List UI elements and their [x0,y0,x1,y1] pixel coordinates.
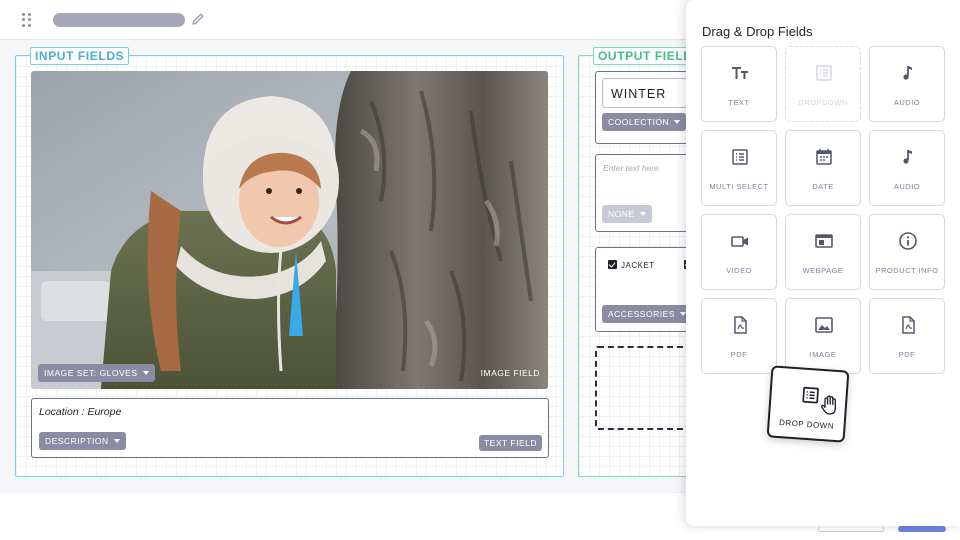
drawer-title: Drag & Drop Fields [702,24,813,39]
grab-hand-icon [821,395,836,415]
field-tile-audio[interactable]: AUDIO [869,46,945,122]
dragging-tile-label: DROP DOWN [778,418,835,431]
browser-window-icon [815,234,833,248]
music-note-icon [903,66,912,80]
tile-label: PDF [730,350,748,359]
image-field[interactable]: IMAGE SET: GLOVES IMAGE FIELD [31,71,548,389]
video-camera-icon [731,236,748,247]
field-tile-video[interactable]: VIDEO [701,214,777,290]
text-field-type-tag: TEXT FIELD [478,435,542,451]
tile-label: WEBPAGE [802,266,844,275]
music-note-icon [903,150,912,164]
none-chip-label: NONE [608,209,635,219]
image-icon [815,317,833,333]
field-tile-multi-select[interactable]: MULTI SELECT [701,130,777,206]
field-tile-image[interactable]: IMAGE [785,298,861,374]
image-set-dropdown[interactable]: IMAGE SET: GLOVES [38,364,155,382]
jacket-label: JACKET [621,261,655,270]
text-placeholder: Enter text here [603,163,659,173]
pdf-file-icon [902,316,915,334]
tile-label: MULTI SELECT [709,182,769,191]
accessories-chip-label: ACCESSORIES [608,309,675,319]
image-field-type-tag: IMAGE FIELD [480,368,540,378]
input-fields-label: INPUT FIELDS [30,47,130,65]
field-tile-dropdown[interactable]: DROPDOWN [785,46,861,122]
field-tile-text[interactable]: TEXT [701,46,777,122]
description-label: DESCRIPTION [45,436,109,446]
input-fields-panel: INPUT FIELDS IMAGE SET: GLOVES IMAGE FIE… [15,47,564,477]
text-field-value: Location : Europe [39,406,122,418]
template-name-field[interactable] [53,13,185,27]
secondary-button[interactable] [818,526,884,532]
info-icon [899,232,917,250]
checkbox-checked-icon [608,260,617,269]
tile-label: VIDEO [726,266,752,275]
location-text-field[interactable]: Location : Europe DESCRIPTION TEXT FIELD [31,398,549,458]
tile-label: AUDIO [893,182,921,191]
tile-label: PDF [898,350,916,359]
chevron-down-icon [679,312,686,316]
none-dropdown[interactable]: NONE [602,205,652,223]
description-dropdown[interactable]: DESCRIPTION [39,432,126,450]
field-tile-audio-2[interactable]: AUDIO [869,130,945,206]
calendar-icon [816,149,832,165]
child-photo [31,71,548,389]
field-tile-webpage[interactable]: WEBPAGE [785,214,861,290]
list-icon [816,65,832,81]
field-tile-pdf[interactable]: PDF [701,298,777,374]
list-icon [732,149,748,165]
collection-chip-label: COOLECTION [608,117,670,127]
drag-handle-icon[interactable] [22,13,32,27]
tile-label: DATE [812,182,834,191]
tile-label: AUDIO [893,98,921,107]
jacket-checkbox[interactable]: JACKET [608,260,655,270]
pdf-file-icon [734,316,747,334]
image-set-label: IMAGE SET: GLOVES [44,368,138,378]
tile-label: TEXT [728,98,750,107]
field-tile-date[interactable]: DATE [785,130,861,206]
tile-label: IMAGE [809,350,837,359]
text-icon [732,67,748,79]
field-tile-pdf-2[interactable]: PDF [869,298,945,374]
chevron-down-icon [639,212,646,216]
chevron-down-icon [113,439,120,443]
tile-label: PRODUCT INFO [875,266,939,275]
field-tile-product-info[interactable]: PRODUCT INFO [869,214,945,290]
output-fields-label: OUTPUT FIELD [593,47,698,65]
accessories-dropdown[interactable]: ACCESSORIES [602,305,692,323]
primary-button[interactable] [898,526,946,532]
drag-drop-fields-drawer: Drag & Drop Fields TEXT DROPDOWN AUDIO M… [686,0,960,526]
chevron-down-icon [142,371,149,375]
chevron-down-icon [674,120,681,124]
pencil-icon[interactable] [190,11,206,27]
tile-label: DROPDOWN [798,98,848,107]
collection-dropdown[interactable]: COOLECTION [602,113,687,131]
